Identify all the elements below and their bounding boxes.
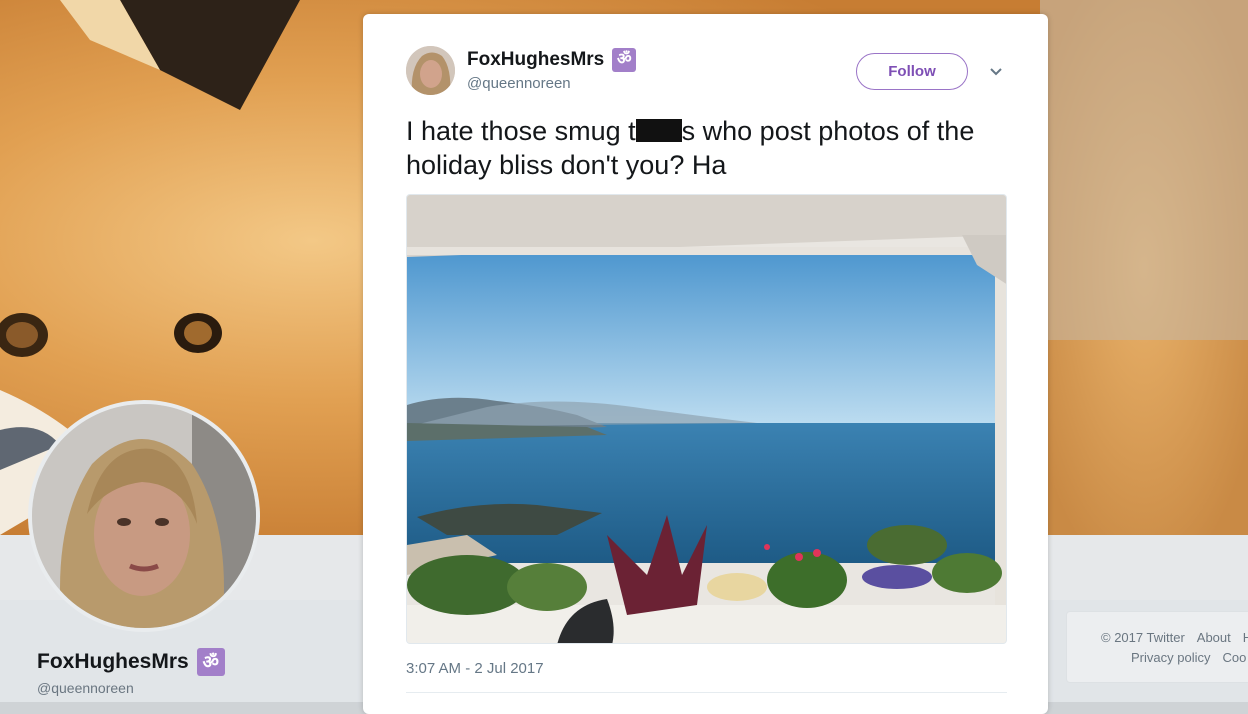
tweet-card: FoxHughesMrs ॐ @queennoreen Follow I hat…: [363, 14, 1048, 714]
redaction-block: [635, 119, 682, 142]
tweet-timestamp[interactable]: 3:07 AM - 2 Jul 2017: [406, 660, 544, 677]
sea-view-photo: [407, 195, 1006, 643]
footer-link-about[interactable]: About: [1197, 630, 1231, 645]
divider: [406, 692, 1007, 693]
tweet-text-part-1: I hate those smug t: [406, 116, 636, 146]
tweet-photo[interactable]: [406, 194, 1007, 644]
tweet-author-name[interactable]: FoxHughesMrs ॐ: [467, 48, 637, 72]
footer-link-cookies[interactable]: Coo: [1222, 650, 1246, 665]
profile-name-text: FoxHughesMrs: [37, 650, 189, 673]
follow-button[interactable]: Follow: [856, 53, 968, 90]
profile-avatar-image: [32, 404, 256, 628]
tweet-author-avatar[interactable]: [406, 46, 455, 95]
tweet-author-handle[interactable]: @queennoreen: [467, 75, 571, 92]
profile-display-name: FoxHughesMrs ॐ: [37, 648, 225, 676]
tweet-author-name-text[interactable]: FoxHughesMrs: [467, 49, 604, 71]
om-icon: ॐ: [196, 648, 225, 676]
footer-copyright: © 2017 Twitter: [1101, 630, 1185, 645]
footer-link-help[interactable]: H: [1243, 630, 1248, 645]
profile-avatar[interactable]: [32, 404, 256, 628]
profile-handle: @queennoreen: [37, 680, 134, 696]
chevron-down-icon[interactable]: [988, 64, 1004, 80]
footer-links: © 2017 Twitter About H Privacy policy Coo: [1066, 611, 1248, 683]
om-icon: ॐ: [612, 48, 637, 72]
footer-link-privacy[interactable]: Privacy policy: [1131, 650, 1210, 665]
tweet-avatar-image: [406, 46, 455, 95]
tweet-text: I hate those smug ts who post photos of …: [406, 114, 1006, 182]
